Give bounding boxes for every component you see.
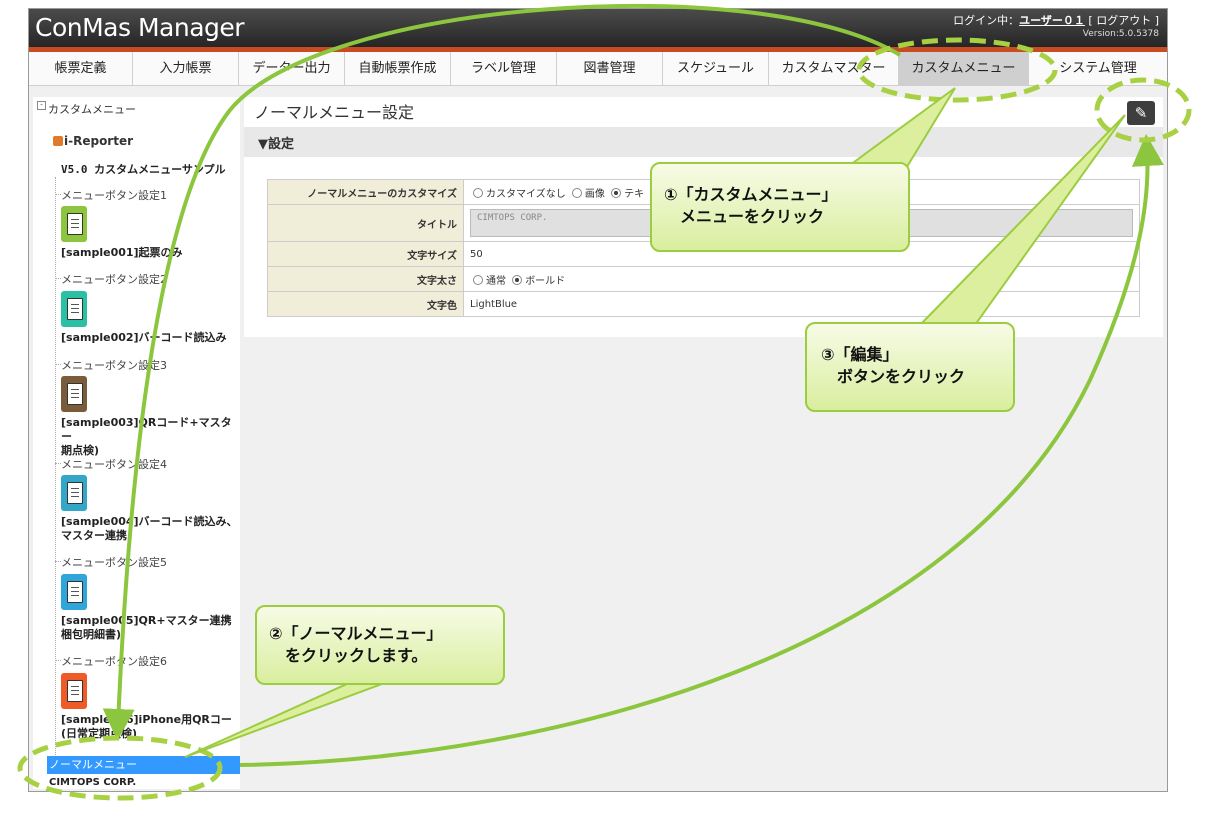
radio-text[interactable]: [611, 187, 622, 198]
app-logo: ConMas Manager: [35, 13, 245, 42]
collapse-icon[interactable]: -: [37, 101, 46, 110]
login-info: ログイン中：ユーザー０１ [ ログアウト ] Version:5.0.5378: [953, 15, 1159, 40]
menu-label-1[interactable]: [sample001]起票のみ: [61, 246, 183, 260]
menu-button-setting-4[interactable]: メニューボタン設定4: [55, 456, 167, 472]
option-no-customize: カスタマイズなし: [486, 188, 566, 200]
menu-button-setting-6[interactable]: メニューボタン設定6: [55, 653, 167, 669]
menu-button-setting-3[interactable]: メニューボタン設定3: [55, 357, 167, 373]
ireporter-node[interactable]: i-Reporter: [53, 134, 133, 148]
menu-sample-title[interactable]: V5.0 カスタムメニューサンプル: [61, 161, 226, 177]
menu-button-setting-2[interactable]: メニューボタン設定2: [55, 271, 167, 287]
menu-button-setting-5[interactable]: メニューボタン設定5: [55, 554, 167, 570]
weight-options: 通常 ボールド: [463, 266, 1140, 292]
tab-custom-master[interactable]: カスタムマスター: [769, 52, 899, 85]
tab-label-manage[interactable]: ラベル管理: [451, 52, 557, 85]
tree-root[interactable]: - カスタムメニュー: [37, 101, 136, 117]
option-bold: ボールド: [525, 275, 566, 287]
table-row: 文字色 LightBlue: [267, 291, 1140, 317]
user-link[interactable]: ユーザー０１: [1019, 14, 1085, 27]
section-title: ▼設定: [258, 137, 294, 152]
radio-bold[interactable]: [512, 274, 523, 285]
radio-no-customize[interactable]: [473, 187, 483, 198]
callout-step-1: ①「カスタムメニュー」 メニューをクリック: [650, 162, 910, 252]
tab-data-output[interactable]: データー出力: [239, 52, 345, 85]
tab-input-forms[interactable]: 入力帳票: [133, 52, 239, 85]
version-text: Version:5.0.5378: [1082, 29, 1159, 39]
tree-root-label: カスタムメニュー: [48, 103, 136, 116]
main-nav: 帳票定義 入力帳票 データー出力 自動帳票作成 ラベル管理 図書管理 スケジュー…: [29, 52, 1167, 86]
tab-schedule[interactable]: スケジュール: [663, 52, 769, 85]
tree-line: [55, 177, 56, 757]
menu-label-2[interactable]: [sample002]バーコード読込み: [61, 331, 227, 345]
callout-step-2: ②「ノーマルメニュー」 をクリックします。: [255, 605, 505, 685]
form-icon-6[interactable]: [61, 673, 87, 709]
radio-image[interactable]: [571, 187, 582, 198]
menu-button-setting-1[interactable]: メニューボタン設定1: [55, 187, 167, 203]
menu-label-5[interactable]: [sample005]QR+マスター連携 梱包明細書): [61, 614, 232, 642]
edit-icon: ✎: [1134, 104, 1148, 122]
callout-step-3: ③「編集」 ボタンをクリック: [805, 322, 1015, 412]
logout-link[interactable]: [ ログアウト ]: [1088, 14, 1159, 27]
option-normal: 通常: [486, 275, 506, 287]
customize-label: ノーマルメニューのカスタマイズ: [267, 179, 464, 205]
tab-form-definition[interactable]: 帳票定義: [29, 52, 133, 85]
sidebar: - カスタムメニュー i-Reporter V5.0 カスタムメニューサンプル メ…: [33, 97, 240, 789]
normal-menu-item[interactable]: ノーマルメニュー: [47, 756, 240, 774]
form-icon-2[interactable]: [61, 291, 87, 327]
option-text: テキ: [624, 188, 645, 200]
tab-custom-menu[interactable]: カスタムメニュー: [899, 52, 1029, 85]
tab-library-manage[interactable]: 図書管理: [557, 52, 663, 85]
page-title: ノーマルメニュー設定: [254, 103, 415, 122]
form-icon-3[interactable]: [61, 376, 87, 412]
menu-label-3[interactable]: [sample003]QRコード+マスター 期点検): [61, 416, 240, 458]
menu-label-6[interactable]: [sample006]iPhone用QRコー (日常定期点検): [61, 713, 232, 741]
login-prefix: ログイン中：: [953, 14, 1020, 27]
ireporter-label: i-Reporter: [64, 134, 134, 148]
weight-label: 文字太さ: [267, 266, 464, 292]
header: ConMas Manager ログイン中：ユーザー０１ [ ログアウト ] Ve…: [29, 9, 1167, 47]
color-value: LightBlue: [463, 291, 1140, 317]
settings-section-header[interactable]: ▼設定: [244, 127, 1163, 157]
table-row: 文字太さ 通常 ボールド: [267, 266, 1140, 292]
menu-label-4[interactable]: [sample004]バーコード読込み、 マスター連携: [61, 515, 238, 543]
form-icon-5[interactable]: [61, 574, 87, 610]
option-image: 画像: [584, 188, 605, 200]
color-label: 文字色: [267, 291, 464, 317]
ireporter-icon: [53, 136, 63, 146]
form-icon-4[interactable]: [61, 475, 87, 511]
fontsize-label: 文字サイズ: [267, 241, 464, 267]
edit-button[interactable]: ✎: [1127, 101, 1155, 125]
title-label: タイトル: [267, 204, 464, 242]
tab-auto-form[interactable]: 自動帳票作成: [345, 52, 451, 85]
radio-normal[interactable]: [473, 274, 483, 285]
form-icon-1[interactable]: [61, 206, 87, 242]
normal-menu-subtitle: CIMTOPS CORP.: [49, 777, 137, 788]
tab-system-manage[interactable]: システム管理: [1029, 52, 1167, 85]
